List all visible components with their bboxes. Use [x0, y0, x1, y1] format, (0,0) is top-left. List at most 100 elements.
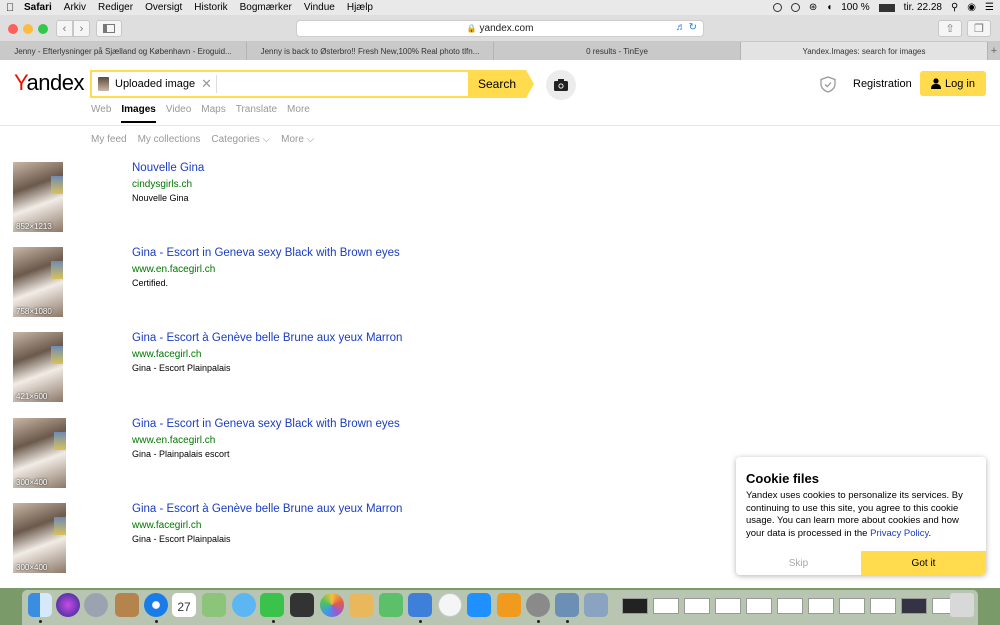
minimized-window-thumbnail[interactable]: [901, 598, 927, 614]
minimized-window-thumbnail[interactable]: [715, 598, 741, 614]
registration-link[interactable]: Registration: [853, 78, 912, 90]
minimized-window-thumbnail[interactable]: [684, 598, 710, 614]
result-thumbnail[interactable]: 300×400: [13, 418, 66, 488]
photo-booth-icon[interactable]: [290, 593, 314, 617]
finder-icon[interactable]: [28, 593, 52, 617]
itunes-icon[interactable]: [438, 593, 462, 617]
safari-icon[interactable]: [144, 593, 168, 617]
notification-center-icon[interactable]: ☰: [985, 2, 994, 13]
new-tab-button[interactable]: +: [988, 42, 1000, 60]
tab-translate[interactable]: Translate: [236, 104, 277, 123]
search-box[interactable]: Uploaded image ✕: [90, 70, 470, 98]
menu-app-name[interactable]: Safari: [24, 2, 52, 13]
result-title-link[interactable]: Gina - Escort à Genève belle Brune aux y…: [132, 503, 402, 515]
minimized-window-thumbnail[interactable]: [746, 598, 772, 614]
fullscreen-window-button[interactable]: [38, 24, 48, 34]
photos-icon[interactable]: [320, 593, 344, 617]
result-url-link[interactable]: www.facegirl.ch: [132, 520, 201, 531]
battery-icon[interactable]: [878, 3, 895, 12]
my-feed-link[interactable]: My feed: [91, 134, 127, 145]
minimize-window-button[interactable]: [23, 24, 33, 34]
categories-dropdown[interactable]: Categories ⌵: [211, 134, 270, 145]
tab-overview-button[interactable]: ❐: [967, 20, 991, 37]
minimized-window-thumbnail[interactable]: [839, 598, 865, 614]
result-url-link[interactable]: www.en.facegirl.ch: [132, 435, 215, 446]
tab-web[interactable]: Web: [91, 104, 111, 123]
result-title-link[interactable]: Nouvelle Gina: [132, 162, 204, 174]
facetime-icon[interactable]: [260, 593, 284, 617]
messages-icon[interactable]: [232, 593, 256, 617]
result-title-link[interactable]: Gina - Escort in Geneva sexy Black with …: [132, 418, 400, 430]
result-thumbnail[interactable]: 758×1080: [13, 247, 63, 317]
forward-button[interactable]: ›: [73, 20, 90, 37]
maps-icon[interactable]: [202, 593, 226, 617]
audio-reload-icon[interactable]: ♬ ↻: [676, 22, 697, 33]
tab-active[interactable]: Yandex.Images: search for images: [741, 42, 988, 60]
shield-icon[interactable]: [820, 76, 836, 93]
clear-icon[interactable]: ✕: [201, 76, 212, 92]
result-thumbnail[interactable]: 852×1213: [13, 162, 63, 232]
spotlight-icon[interactable]: ⚲: [951, 2, 958, 13]
privacy-policy-link[interactable]: Privacy Policy: [870, 528, 928, 539]
pages-icon[interactable]: [349, 593, 373, 617]
minimized-window-thumbnail[interactable]: [653, 598, 679, 614]
share-button[interactable]: ⇧: [938, 20, 962, 37]
back-button[interactable]: ‹: [56, 20, 73, 37]
minimized-window-thumbnail[interactable]: [870, 598, 896, 614]
search-button[interactable]: Search: [468, 70, 526, 98]
result-thumbnail[interactable]: 421×600: [13, 332, 63, 402]
status-icon[interactable]: [790, 3, 800, 12]
preview-icon[interactable]: [555, 593, 579, 617]
ibooks-icon[interactable]: [497, 593, 521, 617]
battery-percent[interactable]: 100 %: [841, 2, 869, 13]
status-icon[interactable]: [772, 3, 782, 12]
tab[interactable]: Jenny is back to Østerbro!! Fresh New,10…: [247, 42, 494, 60]
launchpad-icon[interactable]: [84, 593, 108, 617]
menu-item-vindue[interactable]: Vindue: [304, 2, 335, 13]
tab-images[interactable]: Images: [121, 104, 156, 123]
menu-item-oversigt[interactable]: Oversigt: [145, 2, 182, 13]
tab[interactable]: Jenny - Efterlysninger på Sjælland og Kø…: [0, 42, 247, 60]
menu-item-hjaelp[interactable]: Hjælp: [347, 2, 373, 13]
app-store-icon[interactable]: [467, 593, 491, 617]
more-dropdown[interactable]: More ⌵: [281, 134, 314, 145]
close-window-button[interactable]: [8, 24, 18, 34]
yandex-logo[interactable]: Yandex: [14, 70, 85, 96]
result-thumbnail[interactable]: 300×400: [13, 503, 66, 573]
cookie-accept-button[interactable]: Got it: [861, 551, 986, 575]
tab-maps[interactable]: Maps: [201, 104, 225, 123]
sidebar-toggle-button[interactable]: [96, 20, 122, 37]
tab-more[interactable]: More: [287, 104, 310, 123]
minimized-window-thumbnail[interactable]: [808, 598, 834, 614]
result-title-link[interactable]: Gina - Escort à Genève belle Brune aux y…: [132, 332, 402, 344]
result-title-link[interactable]: Gina - Escort in Geneva sexy Black with …: [132, 247, 400, 259]
siri-icon[interactable]: ◉: [967, 2, 976, 13]
wifi-icon[interactable]: ◖: [826, 2, 832, 13]
clock[interactable]: tir. 22.28: [904, 2, 942, 13]
keynote-icon[interactable]: [408, 593, 432, 617]
menu-item-rediger[interactable]: Rediger: [98, 2, 133, 13]
siri-icon[interactable]: [56, 593, 80, 617]
result-url-link[interactable]: www.facegirl.ch: [132, 349, 201, 360]
calendar-icon[interactable]: 27: [172, 593, 196, 617]
system-preferences-icon[interactable]: [526, 593, 550, 617]
contacts-icon[interactable]: [115, 593, 139, 617]
tab-video[interactable]: Video: [166, 104, 191, 123]
minimized-window-thumbnail[interactable]: [622, 598, 648, 614]
image-capture-icon[interactable]: [584, 593, 608, 617]
trash-icon[interactable]: [950, 593, 974, 617]
apple-menu-icon[interactable]: : [6, 2, 24, 14]
menu-item-arkiv[interactable]: Arkiv: [64, 2, 86, 13]
tab[interactable]: 0 results - TinEye: [494, 42, 741, 60]
camera-search-button[interactable]: [546, 70, 576, 100]
bluetooth-icon[interactable]: ⊛: [809, 2, 817, 13]
result-url-link[interactable]: www.en.facegirl.ch: [132, 264, 215, 275]
menu-item-bogmaerker[interactable]: Bogmærker: [240, 2, 292, 13]
result-url-link[interactable]: cindysgirls.ch: [132, 179, 192, 190]
login-button[interactable]: Log in: [920, 71, 986, 96]
cookie-skip-button[interactable]: Skip: [736, 551, 861, 575]
numbers-icon[interactable]: [379, 593, 403, 617]
my-collections-link[interactable]: My collections: [138, 134, 201, 145]
minimized-window-thumbnail[interactable]: [777, 598, 803, 614]
address-bar[interactable]: 🔒 yandex.com ♬ ↻: [296, 20, 704, 37]
